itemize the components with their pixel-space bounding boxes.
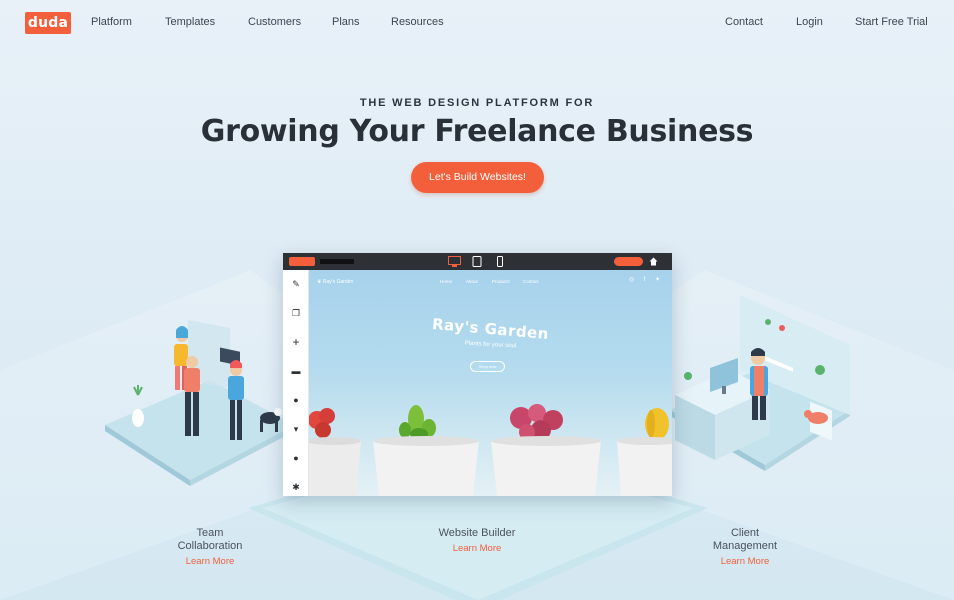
tablet-icon[interactable] bbox=[472, 256, 482, 267]
feature-title-line: Management bbox=[712, 540, 778, 552]
mobile-icon[interactable] bbox=[496, 256, 504, 267]
hero-headline: Growing Your Freelance Business bbox=[200, 114, 754, 149]
client-management-illustration bbox=[670, 295, 850, 471]
chat-icon[interactable]: ● bbox=[290, 452, 302, 464]
duda-logo[interactable]: duda bbox=[25, 12, 71, 34]
editor-toolbar bbox=[283, 253, 672, 270]
hero-eyebrow: THE WEB DESIGN PLATFORM FOR bbox=[359, 97, 595, 109]
nav-platform[interactable]: Platform bbox=[91, 16, 132, 28]
nav-resources[interactable]: Resources bbox=[391, 16, 444, 28]
facebook-icon: f bbox=[643, 277, 646, 283]
feature-title-line: Team bbox=[196, 527, 224, 539]
editor-menu-button[interactable] bbox=[289, 257, 315, 266]
feature-client-management-title: Client Management bbox=[685, 527, 805, 553]
feature-title-line: Client bbox=[730, 527, 760, 539]
team-collaboration-learn-more-link[interactable]: Learn More bbox=[150, 556, 270, 567]
site-menu-products: Products bbox=[492, 279, 510, 284]
build-websites-button[interactable]: Let's Build Websites! bbox=[411, 162, 544, 193]
settings-gear-icon[interactable]: ✱ bbox=[290, 481, 302, 493]
nav-start-free-trial[interactable]: Start Free Trial bbox=[855, 16, 928, 28]
twitter-icon: ✦ bbox=[654, 277, 661, 283]
site-shop-button: Shop now bbox=[470, 361, 505, 372]
editor-tool-sidebar: ✎ ❐ + ▬ ● ▾ ● ✱ bbox=[283, 270, 309, 496]
instagram-icon: ◎ bbox=[628, 277, 635, 283]
website-editor-mockup: ✎ ❐ + ▬ ● ▾ ● ✱ ♛ Ray's Garden Home Abou… bbox=[283, 253, 672, 496]
nav-templates[interactable]: Templates bbox=[165, 16, 215, 28]
add-widget-icon[interactable]: + bbox=[290, 336, 302, 348]
feature-title-line: Website Builder bbox=[438, 527, 516, 539]
site-preview: ♛ Ray's Garden Home About Products Conta… bbox=[309, 270, 672, 496]
pages-icon[interactable]: ❐ bbox=[290, 307, 302, 319]
home-icon[interactable] bbox=[649, 257, 658, 266]
feature-team-collaboration-title: Team Collaboration bbox=[150, 527, 270, 553]
desktop-icon[interactable] bbox=[448, 256, 461, 267]
editor-site-name bbox=[320, 259, 354, 264]
feature-title-line: Collaboration bbox=[177, 540, 243, 552]
client-management-learn-more-link[interactable]: Learn More bbox=[685, 556, 805, 567]
nav-contact[interactable]: Contact bbox=[725, 16, 763, 28]
feature-website-builder-title: Website Builder bbox=[397, 527, 557, 540]
cart-icon[interactable]: ▾ bbox=[290, 423, 302, 435]
editor-publish-button[interactable] bbox=[614, 257, 643, 266]
website-builder-learn-more-link[interactable]: Learn More bbox=[397, 543, 557, 554]
top-nav: duda Platform Templates Customers Plans … bbox=[0, 0, 954, 46]
folder-icon[interactable]: ▬ bbox=[290, 365, 302, 377]
nav-plans[interactable]: Plans bbox=[332, 16, 360, 28]
design-pencil-icon[interactable]: ✎ bbox=[290, 278, 302, 290]
user-icon[interactable]: ● bbox=[290, 394, 302, 406]
site-menu-about: About bbox=[466, 279, 478, 284]
site-menu-contact: Contact bbox=[523, 279, 539, 284]
nav-customers[interactable]: Customers bbox=[248, 16, 301, 28]
site-logo: ♛ Ray's Garden bbox=[317, 279, 354, 285]
team-collaboration-illustration bbox=[105, 320, 295, 486]
site-menu-home: Home bbox=[440, 279, 453, 284]
cactus-pots bbox=[309, 404, 672, 496]
nav-login[interactable]: Login bbox=[796, 16, 823, 28]
